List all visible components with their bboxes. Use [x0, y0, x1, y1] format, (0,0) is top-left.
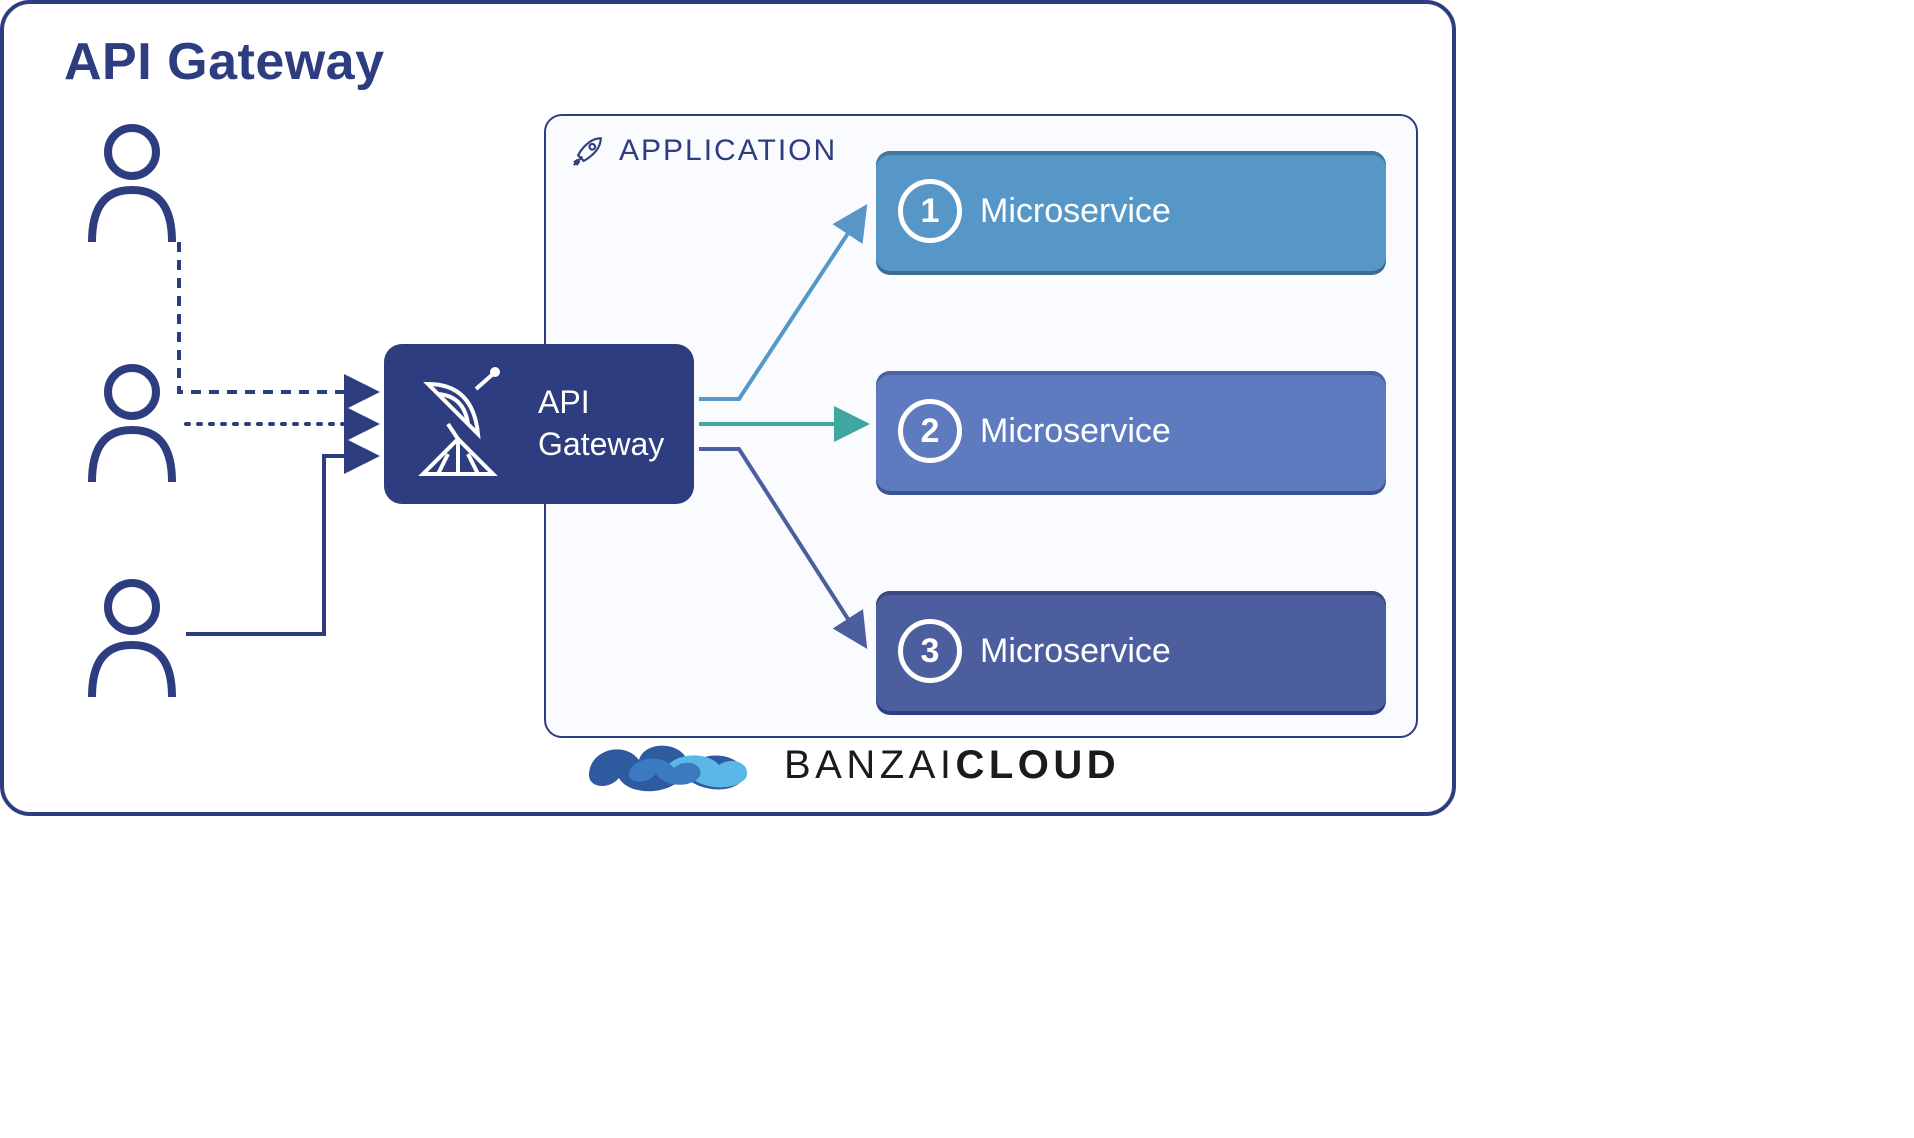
microservice-2: 2 Microservice: [876, 371, 1386, 491]
user-icon: [82, 579, 182, 699]
application-header: APPLICATION: [571, 134, 837, 168]
microservice-number: 2: [898, 399, 962, 463]
application-header-text: APPLICATION: [619, 134, 837, 168]
api-gateway-node: API Gateway: [384, 344, 694, 504]
arrow-user3-gateway: [186, 456, 374, 634]
user-icon: [82, 364, 182, 484]
microservice-label: Microservice: [980, 632, 1171, 671]
microservice-1: 1 Microservice: [876, 151, 1386, 271]
microservice-label: Microservice: [980, 192, 1171, 231]
microservice-label: Microservice: [980, 412, 1171, 451]
user-icon: [82, 124, 182, 244]
microservice-number: 3: [898, 619, 962, 683]
rocket-icon: [571, 134, 605, 168]
microservice-number: 1: [898, 179, 962, 243]
microservice-3: 3 Microservice: [876, 591, 1386, 711]
api-gateway-label: API Gateway: [538, 382, 664, 465]
brand-text: BANZAICLOUD: [784, 743, 1120, 788]
diagram-canvas: API Gateway APPLICATION 1 Microservice 2…: [0, 0, 1456, 816]
brand-logo-icon: [584, 730, 754, 800]
diagram-title: API Gateway: [64, 32, 385, 92]
arrow-user1-gateway: [179, 242, 374, 392]
satellite-dish-icon: [398, 364, 518, 484]
brand-logo: BANZAICLOUD: [584, 730, 1120, 800]
